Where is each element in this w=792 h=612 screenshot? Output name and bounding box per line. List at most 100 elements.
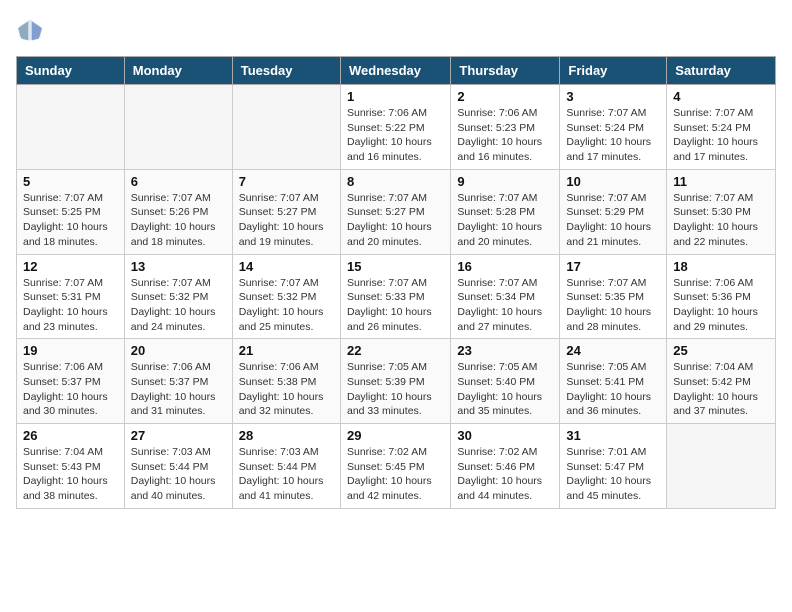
calendar-cell: 18 Sunrise: 7:06 AM Sunset: 5:36 PM Dayli… xyxy=(667,254,776,339)
day-info: Sunrise: 7:05 AM Sunset: 5:39 PM Dayligh… xyxy=(347,360,444,419)
day-info: Sunrise: 7:07 AM Sunset: 5:27 PM Dayligh… xyxy=(239,191,334,250)
calendar-cell: 7 Sunrise: 7:07 AM Sunset: 5:27 PM Daylig… xyxy=(232,169,340,254)
day-info: Sunrise: 7:07 AM Sunset: 5:32 PM Dayligh… xyxy=(239,276,334,335)
day-info: Sunrise: 7:06 AM Sunset: 5:37 PM Dayligh… xyxy=(23,360,118,419)
calendar-cell: 28 Sunrise: 7:03 AM Sunset: 5:44 PM Dayli… xyxy=(232,424,340,509)
column-header-saturday: Saturday xyxy=(667,57,776,85)
day-info: Sunrise: 7:06 AM Sunset: 5:36 PM Dayligh… xyxy=(673,276,769,335)
day-info: Sunrise: 7:05 AM Sunset: 5:40 PM Dayligh… xyxy=(457,360,553,419)
logo xyxy=(16,16,48,44)
day-number: 26 xyxy=(23,428,118,443)
calendar-cell: 29Sunrise: 7:02 AM Sunset: 5:45 PM Dayli… xyxy=(340,424,450,509)
calendar-week-2: 5 Sunrise: 7:07 AM Sunset: 5:25 PM Daylig… xyxy=(17,169,776,254)
day-number: 21 xyxy=(239,343,334,358)
column-header-monday: Monday xyxy=(124,57,232,85)
day-info: Sunrise: 7:07 AM Sunset: 5:28 PM Dayligh… xyxy=(457,191,553,250)
day-number: 15 xyxy=(347,259,444,274)
calendar-table: SundayMondayTuesdayWednesdayThursdayFrid… xyxy=(16,56,776,509)
calendar-cell: 5 Sunrise: 7:07 AM Sunset: 5:25 PM Daylig… xyxy=(17,169,125,254)
calendar-cell: 21 Sunrise: 7:06 AM Sunset: 5:38 PM Dayli… xyxy=(232,339,340,424)
day-info: Sunrise: 7:07 AM Sunset: 5:25 PM Dayligh… xyxy=(23,191,118,250)
day-number: 3 xyxy=(566,89,660,104)
day-info: Sunrise: 7:07 AM Sunset: 5:33 PM Dayligh… xyxy=(347,276,444,335)
day-number: 10 xyxy=(566,174,660,189)
day-info: Sunrise: 7:07 AM Sunset: 5:26 PM Dayligh… xyxy=(131,191,226,250)
day-number: 2 xyxy=(457,89,553,104)
day-number: 23 xyxy=(457,343,553,358)
calendar-cell: 31Sunrise: 7:01 AM Sunset: 5:47 PM Dayli… xyxy=(560,424,667,509)
logo-icon xyxy=(16,16,44,44)
calendar-cell: 12 Sunrise: 7:07 AM Sunset: 5:31 PM Dayli… xyxy=(17,254,125,339)
day-number: 28 xyxy=(239,428,334,443)
column-header-wednesday: Wednesday xyxy=(340,57,450,85)
day-info: Sunrise: 7:07 AM Sunset: 5:24 PM Dayligh… xyxy=(566,106,660,165)
day-info: Sunrise: 7:07 AM Sunset: 5:34 PM Dayligh… xyxy=(457,276,553,335)
calendar-cell: 17 Sunrise: 7:07 AM Sunset: 5:35 PM Dayli… xyxy=(560,254,667,339)
calendar-cell: 30 Sunrise: 7:02 AM Sunset: 5:46 PM Dayli… xyxy=(451,424,560,509)
day-number: 5 xyxy=(23,174,118,189)
calendar-cell xyxy=(124,85,232,170)
calendar-cell: 16 Sunrise: 7:07 AM Sunset: 5:34 PM Dayli… xyxy=(451,254,560,339)
calendar-cell: 9 Sunrise: 7:07 AM Sunset: 5:28 PM Daylig… xyxy=(451,169,560,254)
calendar-cell: 23 Sunrise: 7:05 AM Sunset: 5:40 PM Dayli… xyxy=(451,339,560,424)
calendar-cell: 2 Sunrise: 7:06 AM Sunset: 5:23 PM Daylig… xyxy=(451,85,560,170)
calendar-cell: 11 Sunrise: 7:07 AM Sunset: 5:30 PM Dayli… xyxy=(667,169,776,254)
day-number: 4 xyxy=(673,89,769,104)
calendar-cell: 8Sunrise: 7:07 AM Sunset: 5:27 PM Daylig… xyxy=(340,169,450,254)
calendar-cell xyxy=(17,85,125,170)
day-info: Sunrise: 7:07 AM Sunset: 5:30 PM Dayligh… xyxy=(673,191,769,250)
day-number: 11 xyxy=(673,174,769,189)
day-info: Sunrise: 7:06 AM Sunset: 5:22 PM Dayligh… xyxy=(347,106,444,165)
calendar-cell: 20Sunrise: 7:06 AM Sunset: 5:37 PM Dayli… xyxy=(124,339,232,424)
day-number: 18 xyxy=(673,259,769,274)
day-number: 12 xyxy=(23,259,118,274)
day-info: Sunrise: 7:02 AM Sunset: 5:46 PM Dayligh… xyxy=(457,445,553,504)
day-number: 25 xyxy=(673,343,769,358)
day-number: 8 xyxy=(347,174,444,189)
calendar-cell xyxy=(232,85,340,170)
day-info: Sunrise: 7:06 AM Sunset: 5:23 PM Dayligh… xyxy=(457,106,553,165)
day-info: Sunrise: 7:07 AM Sunset: 5:29 PM Dayligh… xyxy=(566,191,660,250)
day-number: 17 xyxy=(566,259,660,274)
column-header-sunday: Sunday xyxy=(17,57,125,85)
day-number: 14 xyxy=(239,259,334,274)
calendar-cell: 4Sunrise: 7:07 AM Sunset: 5:24 PM Daylig… xyxy=(667,85,776,170)
day-info: Sunrise: 7:04 AM Sunset: 5:42 PM Dayligh… xyxy=(673,360,769,419)
calendar-cell: 19 Sunrise: 7:06 AM Sunset: 5:37 PM Dayli… xyxy=(17,339,125,424)
calendar-cell: 10 Sunrise: 7:07 AM Sunset: 5:29 PM Dayli… xyxy=(560,169,667,254)
day-number: 13 xyxy=(131,259,226,274)
calendar-cell: 15 Sunrise: 7:07 AM Sunset: 5:33 PM Dayli… xyxy=(340,254,450,339)
day-number: 16 xyxy=(457,259,553,274)
day-number: 27 xyxy=(131,428,226,443)
day-info: Sunrise: 7:01 AM Sunset: 5:47 PM Dayligh… xyxy=(566,445,660,504)
column-header-tuesday: Tuesday xyxy=(232,57,340,85)
day-info: Sunrise: 7:03 AM Sunset: 5:44 PM Dayligh… xyxy=(131,445,226,504)
day-number: 20 xyxy=(131,343,226,358)
calendar-cell: 27 Sunrise: 7:03 AM Sunset: 5:44 PM Dayli… xyxy=(124,424,232,509)
day-number: 9 xyxy=(457,174,553,189)
calendar-cell: 1Sunrise: 7:06 AM Sunset: 5:22 PM Daylig… xyxy=(340,85,450,170)
page-header xyxy=(16,16,776,44)
day-info: Sunrise: 7:02 AM Sunset: 5:45 PM Dayligh… xyxy=(347,445,444,504)
day-info: Sunrise: 7:07 AM Sunset: 5:35 PM Dayligh… xyxy=(566,276,660,335)
calendar-cell: 25 Sunrise: 7:04 AM Sunset: 5:42 PM Dayli… xyxy=(667,339,776,424)
day-number: 19 xyxy=(23,343,118,358)
day-number: 22 xyxy=(347,343,444,358)
day-info: Sunrise: 7:06 AM Sunset: 5:38 PM Dayligh… xyxy=(239,360,334,419)
day-number: 30 xyxy=(457,428,553,443)
day-info: Sunrise: 7:03 AM Sunset: 5:44 PM Dayligh… xyxy=(239,445,334,504)
calendar-header-row: SundayMondayTuesdayWednesdayThursdayFrid… xyxy=(17,57,776,85)
calendar-week-4: 19 Sunrise: 7:06 AM Sunset: 5:37 PM Dayli… xyxy=(17,339,776,424)
day-number: 6 xyxy=(131,174,226,189)
calendar-cell: 24 Sunrise: 7:05 AM Sunset: 5:41 PM Dayli… xyxy=(560,339,667,424)
day-info: Sunrise: 7:04 AM Sunset: 5:43 PM Dayligh… xyxy=(23,445,118,504)
day-number: 7 xyxy=(239,174,334,189)
calendar-week-3: 12 Sunrise: 7:07 AM Sunset: 5:31 PM Dayli… xyxy=(17,254,776,339)
column-header-friday: Friday xyxy=(560,57,667,85)
day-info: Sunrise: 7:05 AM Sunset: 5:41 PM Dayligh… xyxy=(566,360,660,419)
day-number: 24 xyxy=(566,343,660,358)
calendar-week-5: 26 Sunrise: 7:04 AM Sunset: 5:43 PM Dayli… xyxy=(17,424,776,509)
day-info: Sunrise: 7:07 AM Sunset: 5:31 PM Dayligh… xyxy=(23,276,118,335)
calendar-cell: 6 Sunrise: 7:07 AM Sunset: 5:26 PM Daylig… xyxy=(124,169,232,254)
column-header-thursday: Thursday xyxy=(451,57,560,85)
